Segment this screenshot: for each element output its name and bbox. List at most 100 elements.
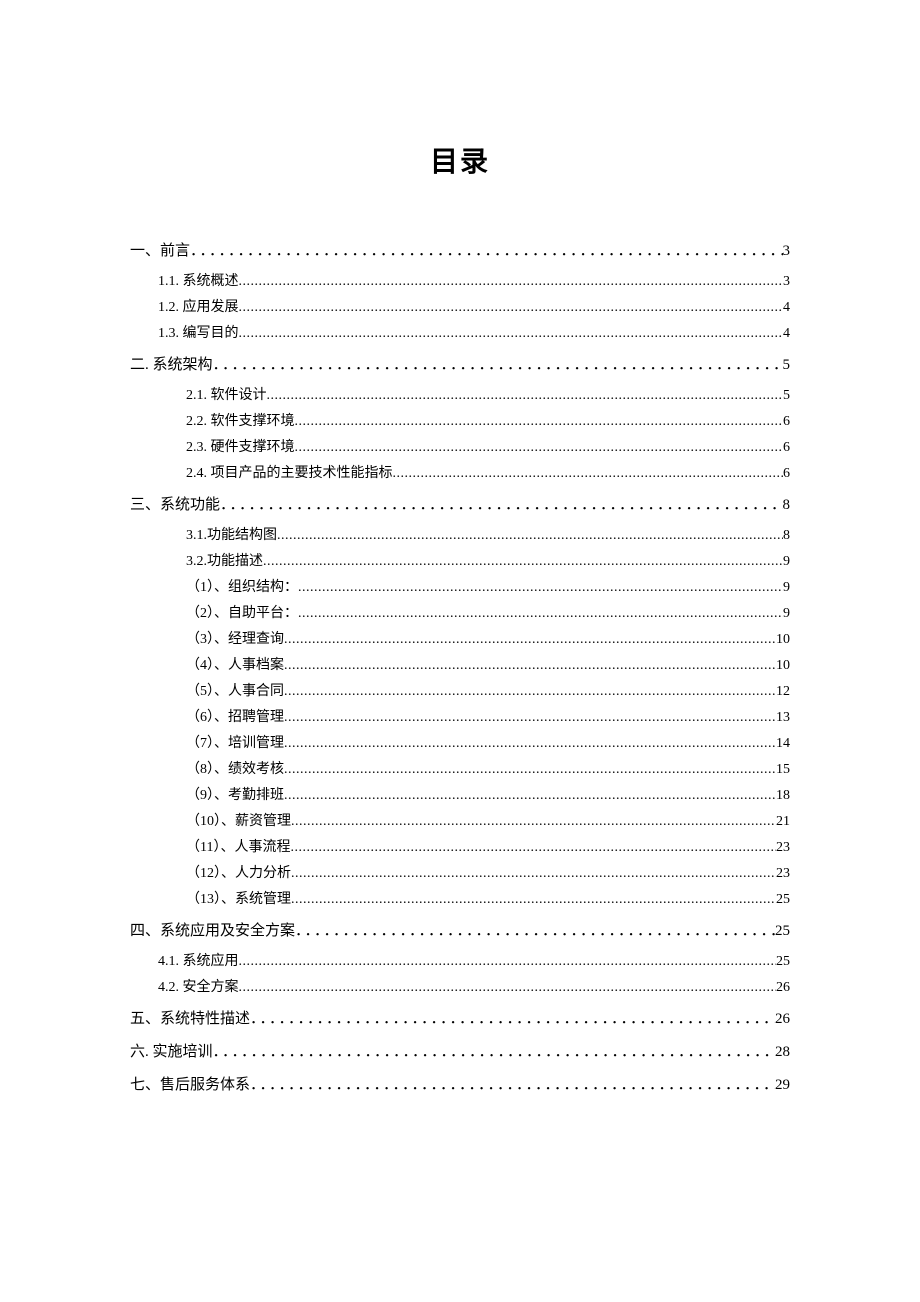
toc-page-number: 9 — [783, 575, 790, 601]
toc-leader-dots: ........................................… — [263, 549, 783, 575]
toc-entry[interactable]: （6）、招聘管理................................… — [130, 705, 790, 731]
toc-leader-dots: ．．．．．．．．．．．．．．．．．．．．．．．．．．．．．．．．．．．．．．．．… — [295, 916, 775, 946]
toc-label: 2.1. 软件设计 — [186, 383, 267, 409]
toc-page-number: 23 — [776, 835, 790, 861]
toc-entry[interactable]: 2.3. 硬件支撑环境.............................… — [130, 435, 790, 461]
toc-entry[interactable]: 4.1. 系统应用...............................… — [130, 949, 790, 975]
toc-entry[interactable]: （12）、人力分析...............................… — [130, 861, 790, 887]
toc-leader-dots: ........................................… — [239, 321, 784, 347]
toc-page-number: 10 — [776, 653, 790, 679]
toc-entry[interactable]: 2.2. 软件支撑环境.............................… — [130, 409, 790, 435]
toc-entry[interactable]: 1.2. 应用发展...............................… — [130, 295, 790, 321]
toc-label: （1）、组织结构： — [186, 575, 298, 601]
toc-entry[interactable]: 五、系统特性描述．．．．．．．．．．．．．．．．．．．．．．．．．．．．．．．．… — [130, 1004, 790, 1034]
toc-page-number: 4 — [783, 321, 790, 347]
toc-page-number: 9 — [783, 549, 790, 575]
toc-label: 1.3. 编写目的 — [158, 321, 239, 347]
toc-label: 4.1. 系统应用 — [158, 949, 239, 975]
toc-leader-dots: ........................................… — [239, 269, 784, 295]
toc-leader-dots: ........................................… — [284, 627, 776, 653]
toc-entry[interactable]: 四、系统应用及安全方案．．．．．．．．．．．．．．．．．．．．．．．．．．．．．… — [130, 916, 790, 946]
toc-page-number: 29 — [775, 1070, 790, 1100]
toc-leader-dots: ．．．．．．．．．．．．．．．．．．．．．．．．．．．．．．．．．．．．．．．．… — [250, 1004, 775, 1034]
toc-entry[interactable]: 2.4. 项目产品的主要技术性能指标......................… — [130, 461, 790, 487]
toc-entry[interactable]: 3.1.功能结构图...............................… — [130, 523, 790, 549]
toc-leader-dots: ........................................… — [298, 575, 783, 601]
toc-label: （5）、人事合同 — [186, 679, 284, 705]
toc-leader-dots: ．．．．．．．．．．．．．．．．．．．．．．．．．．．．．．．．．．．．．．．．… — [190, 236, 782, 266]
toc-page-number: 6 — [783, 435, 790, 461]
toc-entry[interactable]: （3）、经理查询................................… — [130, 627, 790, 653]
toc-leader-dots: ........................................… — [284, 783, 776, 809]
toc-page-number: 8 — [783, 490, 791, 520]
toc-label: （13）、系统管理 — [186, 887, 291, 913]
toc-entry[interactable]: （7）、培训管理................................… — [130, 731, 790, 757]
toc-entry[interactable]: （11）、人事流程...............................… — [130, 835, 790, 861]
toc-entry[interactable]: （13）、系统管理...............................… — [130, 887, 790, 913]
toc-page-number: 26 — [776, 975, 790, 1001]
toc-label: 2.3. 硬件支撑环境 — [186, 435, 295, 461]
toc-entry[interactable]: 三、系统功能．．．．．．．．．．．．．．．．．．．．．．．．．．．．．．．．．．… — [130, 490, 790, 520]
toc-page-number: 14 — [776, 731, 790, 757]
toc-page-number: 8 — [783, 523, 790, 549]
toc-label: （12）、人力分析 — [186, 861, 291, 887]
toc-page-number: 18 — [776, 783, 790, 809]
toc-label: 1.1. 系统概述 — [158, 269, 239, 295]
toc-label: （11）、人事流程 — [186, 835, 290, 861]
toc-entry[interactable]: （2）、自助平台：...............................… — [130, 601, 790, 627]
toc-leader-dots: ........................................… — [239, 949, 777, 975]
toc-leader-dots: ........................................… — [291, 809, 776, 835]
toc-page-number: 5 — [783, 383, 790, 409]
toc-label: 2.4. 项目产品的主要技术性能指标 — [186, 461, 393, 487]
toc-entry[interactable]: （8）、绩效考核................................… — [130, 757, 790, 783]
toc-leader-dots: ........................................… — [284, 679, 776, 705]
toc-entry[interactable]: 2.1. 软件设计...............................… — [130, 383, 790, 409]
toc-leader-dots: ........................................… — [291, 887, 776, 913]
toc-page-number: 25 — [776, 949, 790, 975]
toc-label: 五、系统特性描述 — [130, 1004, 250, 1034]
toc-entry[interactable]: 二. 系统架构．．．．．．．．．．．．．．．．．．．．．．．．．．．．．．．．．… — [130, 350, 790, 380]
toc-page-number: 3 — [783, 269, 790, 295]
toc-page-number: 25 — [775, 916, 790, 946]
toc-entry[interactable]: （5）、人事合同................................… — [130, 679, 790, 705]
doc-title: 目录 — [130, 140, 790, 180]
toc-leader-dots: ．．．．．．．．．．．．．．．．．．．．．．．．．．．．．．．．．．．．．．．．… — [213, 350, 783, 380]
toc-page-number: 6 — [783, 409, 790, 435]
toc-entry[interactable]: 七、售后服务体系．．．．．．．．．．．．．．．．．．．．．．．．．．．．．．．．… — [130, 1070, 790, 1100]
toc-label: （7）、培训管理 — [186, 731, 284, 757]
toc-container: 一、前言．．．．．．．．．．．．．．．．．．．．．．．．．．．．．．．．．．．．… — [130, 236, 790, 1100]
toc-entry[interactable]: 3.2.功能描述................................… — [130, 549, 790, 575]
toc-label: （8）、绩效考核 — [186, 757, 284, 783]
toc-page-number: 21 — [776, 809, 790, 835]
toc-page-number: 28 — [775, 1037, 790, 1067]
toc-leader-dots: ........................................… — [239, 295, 784, 321]
toc-page-number: 26 — [775, 1004, 790, 1034]
toc-label: 3.1.功能结构图 — [186, 523, 277, 549]
toc-label: 一、前言 — [130, 236, 190, 266]
toc-label: 七、售后服务体系 — [130, 1070, 250, 1100]
toc-leader-dots: ........................................… — [284, 653, 776, 679]
toc-label: 1.2. 应用发展 — [158, 295, 239, 321]
toc-page-number: 9 — [783, 601, 790, 627]
toc-leader-dots: ........................................… — [291, 861, 776, 887]
toc-label: （4）、人事档案 — [186, 653, 284, 679]
toc-label: （2）、自助平台： — [186, 601, 298, 627]
toc-entry[interactable]: 一、前言．．．．．．．．．．．．．．．．．．．．．．．．．．．．．．．．．．．．… — [130, 236, 790, 266]
toc-label: （3）、经理查询 — [186, 627, 284, 653]
toc-entry[interactable]: （1）、组织结构：...............................… — [130, 575, 790, 601]
toc-page-number: 5 — [783, 350, 791, 380]
toc-leader-dots: ........................................… — [284, 757, 776, 783]
toc-entry[interactable]: 4.2. 安全方案...............................… — [130, 975, 790, 1001]
toc-page-number: 15 — [776, 757, 790, 783]
toc-entry[interactable]: 1.1. 系统概述...............................… — [130, 269, 790, 295]
toc-entry[interactable]: （9）、考勤排班................................… — [130, 783, 790, 809]
toc-leader-dots: ．．．．．．．．．．．．．．．．．．．．．．．．．．．．．．．．．．．．．．．．… — [250, 1070, 775, 1100]
toc-entry[interactable]: （10）、薪资管理...............................… — [130, 809, 790, 835]
toc-leader-dots: ........................................… — [277, 523, 783, 549]
toc-leader-dots: ........................................… — [290, 835, 776, 861]
toc-entry[interactable]: 1.3. 编写目的...............................… — [130, 321, 790, 347]
toc-label: （10）、薪资管理 — [186, 809, 291, 835]
toc-entry[interactable]: 六. 实施培训．．．．．．．．．．．．．．．．．．．．．．．．．．．．．．．．．… — [130, 1037, 790, 1067]
toc-entry[interactable]: （4）、人事档案................................… — [130, 653, 790, 679]
toc-label: 三、系统功能 — [130, 490, 220, 520]
